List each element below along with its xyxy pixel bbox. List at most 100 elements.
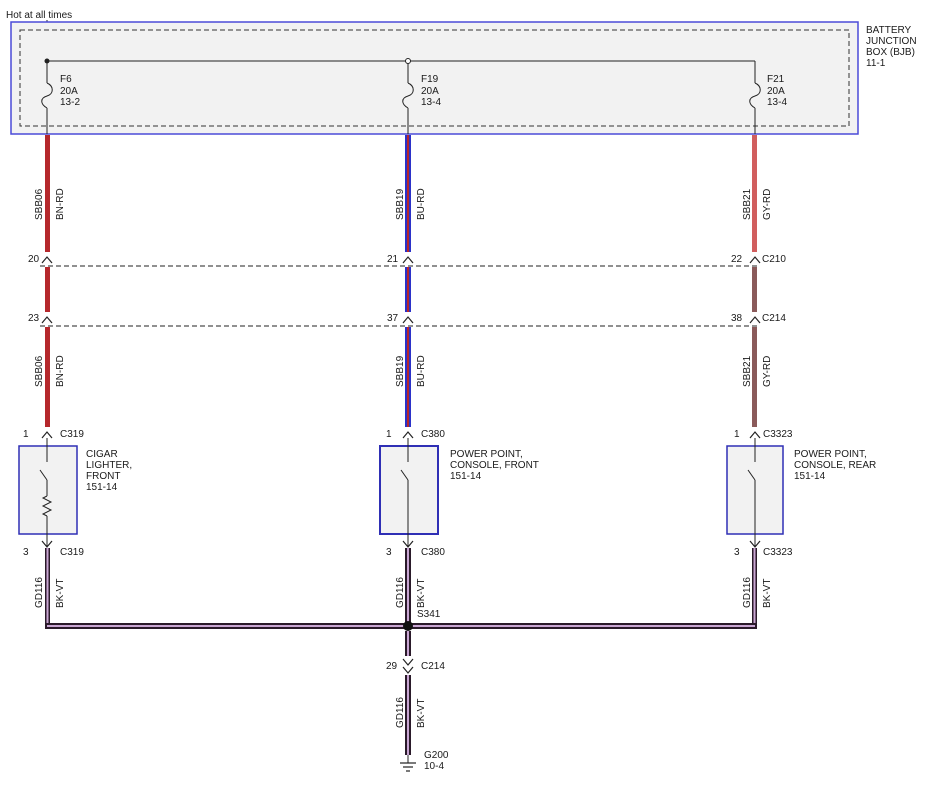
connector-arrow-icon xyxy=(41,316,53,324)
wire-label-gd116-center-color: BK-VT xyxy=(416,579,427,608)
wire-label-gd116-main-color: BK-VT xyxy=(416,699,427,728)
connector-arrow-icon xyxy=(402,666,414,674)
device-1-ref: 151-14 xyxy=(86,482,118,493)
device-2-top-conn: C380 xyxy=(421,429,445,440)
wire-label-sbb19-circuit: SBB19 xyxy=(395,188,406,220)
wire-label-sbb21-circuit: SBB21 xyxy=(742,188,753,220)
device-1-box xyxy=(18,445,78,535)
wire-label-gd116-center-circuit: GD116 xyxy=(395,577,406,608)
wire-label-sbb06-lower-color: BN-RD xyxy=(55,355,66,387)
device-cigar-lighter: 1 C319 CIGAR LIGHTER, FRONT 151-14 3 C31… xyxy=(18,429,132,558)
device-2-line-2: CONSOLE, FRONT xyxy=(450,460,539,471)
bjb-ref: 11-1 xyxy=(866,58,886,69)
connector-arrow-icon xyxy=(402,316,414,324)
fuse-f6-rating: 20A xyxy=(60,86,78,97)
wire-gd116-center-stripe xyxy=(407,548,409,628)
wire-label-gd116-right-circuit: GD116 xyxy=(742,577,753,608)
c214-pin-38: 38 xyxy=(731,313,743,324)
wire-sbb19-mid-stripe xyxy=(407,267,409,312)
bjb-title-line-3: BOX (BJB) xyxy=(866,47,915,58)
wire-gd116-to-c214-stripe xyxy=(407,631,409,656)
wire-label-gd116-main-circuit: GD116 xyxy=(395,697,406,728)
wire-label-sbb19-color: BU-RD xyxy=(416,188,427,220)
device-3-bottom-conn: C3323 xyxy=(763,547,793,558)
wire-label-gd116-left-color: BK-VT xyxy=(55,579,66,608)
c214-pin-37: 37 xyxy=(387,313,399,324)
c214-ground-name: C214 xyxy=(421,661,445,672)
device-power-point-rear: 1 C3323 POWER POINT, CONSOLE, REAR 151-1… xyxy=(726,429,876,558)
wire-gd116-right-stripe xyxy=(753,548,756,628)
device-2-top-pin: 1 xyxy=(386,429,392,440)
bjb-title-line-1: BATTERY xyxy=(866,25,912,36)
device-3-line-1: POWER POINT, xyxy=(794,449,867,460)
connector-arrow-icon xyxy=(749,256,761,264)
wire-sbb06-upper xyxy=(45,135,50,252)
wire-label-sbb19-lower-circuit: SBB19 xyxy=(395,355,406,387)
device-power-point-front: 1 C380 POWER POINT, CONSOLE, FRONT 151-1… xyxy=(379,429,539,558)
wire-label-gd116-left-circuit: GD116 xyxy=(34,577,45,608)
device-1-bottom-conn: C319 xyxy=(60,547,84,558)
fuse-f19-rating: 20A xyxy=(421,86,439,97)
c210-pin-22: 22 xyxy=(731,254,743,265)
wire-sbb21-mid xyxy=(752,267,757,312)
c210-pin-21: 21 xyxy=(387,254,399,265)
ground-g200-ref: 10-4 xyxy=(424,761,444,772)
ground-g200-name: G200 xyxy=(424,750,449,761)
device-3-ref: 151-14 xyxy=(794,471,826,482)
device-2-ref: 151-14 xyxy=(450,471,482,482)
connector-c210: 20 21 22 C210 xyxy=(28,254,786,267)
device-1-line-1: CIGAR xyxy=(86,449,118,460)
wire-gd116-to-ground-stripe xyxy=(407,675,409,755)
wire-sbb06-lower xyxy=(45,327,50,427)
connector-arrow-icon xyxy=(749,316,761,324)
wire-label-sbb19-lower-color: BU-RD xyxy=(416,355,427,387)
fuse-f21-ref: 13-4 xyxy=(767,97,787,108)
wire-sbb19-lower-stripe xyxy=(407,327,409,427)
c214-name: C214 xyxy=(762,313,786,324)
wire-sbb19-upper-stripe xyxy=(407,135,409,252)
wiring-diagram: Hot at all times BATTERY JUNCTION BOX (B… xyxy=(0,0,928,781)
fuse-f19-name: F19 xyxy=(421,74,439,85)
wire-label-sbb21-lower-circuit: SBB21 xyxy=(742,355,753,387)
c214-ground-pin: 29 xyxy=(386,661,398,672)
device-3-top-pin: 1 xyxy=(734,429,740,440)
device-2-bottom-conn: C380 xyxy=(421,547,445,558)
splice-s341-dot xyxy=(403,621,413,631)
device-1-bottom-pin: 3 xyxy=(23,547,29,558)
wire-label-sbb21-color: GY-RD xyxy=(762,189,773,220)
fuse-f21-name: F21 xyxy=(767,74,785,85)
connector-c214: 23 37 38 C214 xyxy=(28,313,786,327)
fuse-f6-ref: 13-2 xyxy=(60,97,80,108)
device-1-top-pin: 1 xyxy=(23,429,29,440)
c210-name: C210 xyxy=(762,254,786,265)
device-2-box xyxy=(379,445,439,535)
wire-label-sbb21-lower-color: GY-RD xyxy=(762,356,773,387)
connector-c214-ground: 29 C214 xyxy=(386,658,445,674)
bus-node-f19 xyxy=(405,58,411,64)
wire-label-gd116-right-color: BK-VT xyxy=(762,579,773,608)
fuse-f6-name: F6 xyxy=(60,74,72,85)
hot-at-all-times-label: Hot at all times xyxy=(6,10,72,21)
fuse-f19-ref: 13-4 xyxy=(421,97,441,108)
wire-label-sbb06-circuit: SBB06 xyxy=(34,188,45,220)
device-1-line-3: FRONT xyxy=(86,471,120,482)
fuse-f21-rating: 20A xyxy=(767,86,785,97)
bjb-title-line-2: JUNCTION xyxy=(866,36,917,47)
wire-label-sbb06-lower-circuit: SBB06 xyxy=(34,355,45,387)
splice-s341-label: S341 xyxy=(417,609,441,620)
wire-sbb06-mid xyxy=(45,267,50,312)
connector-arrow-icon xyxy=(402,431,414,439)
wire-gd116-left-stripe xyxy=(46,548,49,628)
c210-pin-20: 20 xyxy=(28,254,40,265)
c214-pin-23: 23 xyxy=(28,313,40,324)
connector-arrow-icon xyxy=(41,256,53,264)
device-3-bottom-pin: 3 xyxy=(734,547,740,558)
device-1-top-conn: C319 xyxy=(60,429,84,440)
connector-arrow-icon xyxy=(402,658,414,666)
connector-arrow-icon xyxy=(41,431,53,439)
device-1-line-2: LIGHTER, xyxy=(86,460,132,471)
wire-label-sbb06-color: BN-RD xyxy=(55,188,66,220)
connector-arrow-icon xyxy=(402,256,414,264)
connector-arrow-icon xyxy=(749,431,761,439)
wire-gd116-bus-stripe xyxy=(47,625,755,627)
